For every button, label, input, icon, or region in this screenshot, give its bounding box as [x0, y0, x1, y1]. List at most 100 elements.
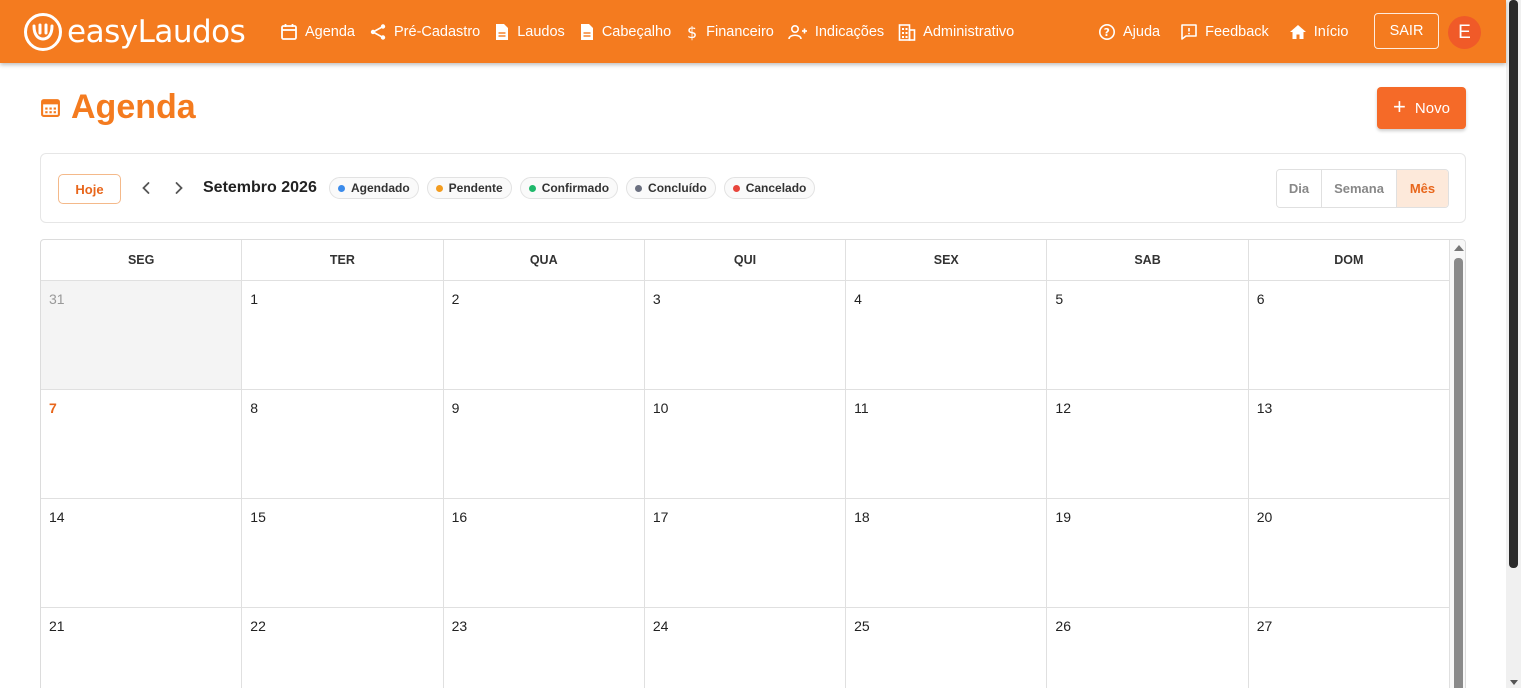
svg-text:$: $ — [687, 23, 697, 41]
chevron-right-icon — [175, 182, 183, 194]
calendar-day-cell[interactable]: 8 — [242, 390, 444, 498]
nav-cabecalho[interactable]: Cabeçalho — [579, 23, 671, 41]
legend-label: Agendado — [351, 181, 410, 195]
calendar-day-cell[interactable]: 14 — [41, 499, 243, 607]
main-nav: Agenda Pré-Cadastro Laudos Cabeçalho $ F… — [280, 0, 1028, 63]
user-plus-icon — [788, 24, 807, 39]
calendar-day-cell[interactable]: 21 — [41, 608, 243, 688]
calendar-day-cell[interactable]: 24 — [645, 608, 847, 688]
status-dot-icon — [635, 184, 643, 192]
scroll-down-arrow-icon[interactable] — [1510, 680, 1518, 685]
view-button-2[interactable]: Mês — [1397, 170, 1448, 207]
current-month-label: Setembro 2026 — [203, 179, 317, 196]
page-scrollbar[interactable] — [1506, 0, 1521, 688]
page-header: Agenda — [40, 88, 196, 127]
nav-pre-cadastro-label: Pré-Cadastro — [394, 23, 481, 40]
calendar-day-cell[interactable]: 1 — [242, 281, 444, 389]
day-number: 13 — [1256, 400, 1273, 416]
previous-month-button[interactable] — [136, 178, 156, 198]
day-number: 26 — [1055, 618, 1071, 634]
nav-laudos[interactable]: Laudos — [494, 23, 565, 41]
nav-feedback[interactable]: Feedback — [1180, 23, 1269, 41]
calendar-day-cell[interactable]: 25 — [846, 608, 1048, 688]
nav-financeiro-label: Financeiro — [706, 23, 774, 40]
day-number: 19 — [1055, 509, 1071, 525]
day-number: 6 — [1256, 291, 1265, 307]
day-number: 16 — [451, 509, 468, 525]
weekday-header-cell: SEX — [846, 240, 1048, 280]
view-button-1[interactable]: Semana — [1322, 170, 1397, 207]
legend-chip-agendado: Agendado — [329, 177, 419, 199]
weekday-header-cell: TER — [242, 240, 444, 280]
calendar-day-cell[interactable]: 15 — [242, 499, 444, 607]
nav-cabecalho-label: Cabeçalho — [601, 23, 672, 40]
new-appointment-button[interactable]: + Novo — [1377, 87, 1466, 129]
day-number: 15 — [250, 509, 266, 525]
calendar-day-cell[interactable]: 18 — [846, 499, 1048, 607]
calendar-day-cell[interactable]: 26 — [1047, 608, 1249, 688]
calendar-day-cell[interactable]: 11 — [846, 390, 1048, 498]
brand-logo[interactable]: easyLaudos — [23, 12, 246, 52]
nav-administrativo[interactable]: Administrativo — [898, 23, 1014, 41]
nav-financeiro[interactable]: $ Financeiro — [685, 23, 774, 41]
nav-pre-cadastro[interactable]: Pré-Cadastro — [369, 23, 480, 41]
day-number: 2 — [451, 291, 460, 307]
weekday-header: SEG TER QUA QUI SEX SAB DOM — [41, 240, 1450, 281]
nav-agenda[interactable]: Agenda — [280, 23, 355, 41]
nav-administrativo-label: Administrativo — [923, 23, 1015, 40]
calendar-day-cell[interactable]: 22 — [242, 608, 444, 688]
calendar-week-row: 31 1 2 3 4 5 6 — [41, 281, 1450, 390]
calendar-day-cell[interactable]: 20 — [1249, 499, 1450, 607]
calendar-scrollbar[interactable] — [1450, 240, 1465, 688]
day-number: 14 — [49, 509, 65, 525]
day-number: 17 — [652, 509, 669, 525]
plus-icon: + — [1393, 94, 1406, 119]
calendar-day-cell[interactable]: 7 — [41, 390, 243, 498]
calendar-day-cell[interactable]: 9 — [444, 390, 645, 498]
view-button-0[interactable]: Dia — [1277, 170, 1322, 207]
calendar-day-cell[interactable]: 27 — [1249, 608, 1450, 688]
status-dot-icon — [732, 184, 740, 192]
calendar-scrollbar-thumb[interactable] — [1454, 258, 1463, 688]
brand-name: easyLaudos — [67, 14, 246, 50]
document-icon — [496, 23, 509, 40]
calendar-day-cell[interactable]: 19 — [1047, 499, 1249, 607]
nav-ajuda[interactable]: ? Ajuda — [1098, 23, 1160, 41]
calendar-day-cell[interactable]: 12 — [1047, 390, 1249, 498]
calendar-icon — [41, 99, 60, 117]
calendar-day-cell[interactable]: 4 — [846, 281, 1048, 389]
legend-chip-cancelado: Cancelado — [723, 177, 816, 199]
day-number: 12 — [1055, 400, 1071, 416]
calendar-day-cell[interactable]: 31 — [41, 281, 243, 389]
day-number: 7 — [49, 400, 57, 416]
calendar-day-cell[interactable]: 16 — [444, 499, 645, 607]
legend-chip-concluído: Concluído — [626, 177, 716, 199]
nav-feedback-label: Feedback — [1205, 23, 1269, 40]
logout-button[interactable]: SAIR — [1374, 13, 1439, 49]
day-number: 3 — [652, 291, 661, 307]
next-month-button[interactable] — [169, 178, 189, 198]
today-button[interactable]: Hoje — [58, 174, 121, 204]
scroll-up-arrow-icon[interactable] — [1454, 245, 1464, 251]
weekday-header-cell: DOM — [1249, 240, 1450, 280]
calendar-day-cell[interactable]: 5 — [1047, 281, 1249, 389]
feedback-icon — [1181, 23, 1197, 40]
new-button-label: Novo — [1414, 99, 1450, 117]
calendar-day-cell[interactable]: 17 — [645, 499, 847, 607]
nav-indicacoes-label: Indicações — [814, 23, 885, 40]
day-number: 11 — [854, 400, 869, 416]
page-scrollbar-thumb[interactable] — [1509, 0, 1518, 568]
nav-agenda-label: Agenda — [305, 23, 355, 40]
calendar-day-cell[interactable]: 10 — [645, 390, 847, 498]
calendar-day-cell[interactable]: 6 — [1249, 281, 1450, 389]
nav-laudos-label: Laudos — [517, 23, 565, 40]
nav-indicacoes[interactable]: Indicações — [788, 23, 884, 41]
calendar-day-cell[interactable]: 3 — [645, 281, 847, 389]
calendar-day-cell[interactable]: 2 — [444, 281, 645, 389]
user-avatar[interactable]: E — [1448, 16, 1481, 49]
legend-label: Confirmado — [541, 181, 610, 195]
calendar-day-cell[interactable]: 23 — [444, 608, 645, 688]
calendar-grid: 31 1 2 3 4 5 6 7 8 9 10 11 12 13 14 15 16 17 18 19 20 21 22 23 2… — [41, 281, 1450, 688]
nav-inicio[interactable]: Início — [1289, 23, 1348, 41]
calendar-day-cell[interactable]: 13 — [1249, 390, 1450, 498]
